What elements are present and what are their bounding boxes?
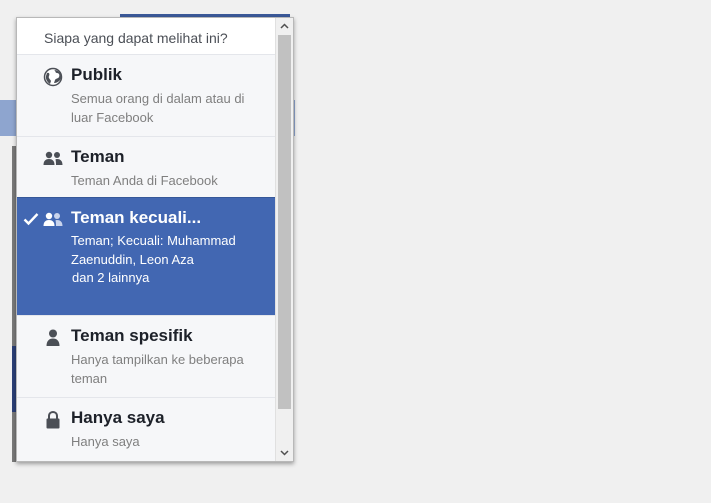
scrollbar[interactable] bbox=[275, 18, 293, 461]
option-name: Teman kecuali... bbox=[71, 208, 202, 227]
option-name: Hanya saya bbox=[71, 408, 165, 427]
option-description: Hanya tampilkan ke beberapa teman bbox=[71, 352, 244, 386]
option-description: Teman; Kecuali: Muhammad Zaenuddin, Leon… bbox=[71, 232, 261, 288]
scrollbar-thumb[interactable] bbox=[278, 35, 291, 409]
checkmark-icon bbox=[23, 212, 39, 226]
option-description-line: Teman; Kecuali: Muhammad Zaenuddin, Leon… bbox=[71, 233, 236, 267]
friends-icon bbox=[43, 149, 63, 169]
person-icon bbox=[43, 328, 63, 348]
globe-icon bbox=[43, 67, 63, 87]
option-teman-kecuali[interactable]: Teman kecuali... Teman; Kecuali: Muhamma… bbox=[17, 197, 275, 315]
chevron-up-icon bbox=[280, 23, 289, 29]
option-hanya-saya[interactable]: Hanya saya Hanya saya bbox=[17, 397, 275, 461]
option-description: Semua orang di dalam atau di luar Facebo… bbox=[71, 91, 245, 125]
background-blue-panel bbox=[0, 100, 17, 136]
option-name: Teman spesifik bbox=[71, 326, 193, 345]
option-teman-spesifik[interactable]: Teman spesifik Hanya tampilkan ke bebera… bbox=[17, 315, 275, 397]
option-teman[interactable]: Teman Teman Anda di Facebook bbox=[17, 136, 275, 197]
option-description-more: dan 2 lainnya bbox=[72, 270, 150, 285]
scroll-down-button[interactable] bbox=[276, 445, 293, 461]
lock-icon bbox=[43, 410, 63, 430]
option-description: Teman Anda di Facebook bbox=[71, 173, 218, 188]
option-name: Teman bbox=[71, 147, 125, 166]
option-publik[interactable]: Publik Semua orang di dalam atau di luar… bbox=[17, 54, 275, 136]
popup-title: Siapa yang dapat melihat ini? bbox=[44, 30, 228, 46]
audience-selector-popup: Siapa yang dapat melihat ini? Publik Sem… bbox=[16, 17, 294, 462]
friends-except-icon bbox=[43, 210, 63, 230]
chevron-down-icon bbox=[280, 450, 289, 456]
option-description: Hanya saya bbox=[71, 434, 140, 449]
scroll-up-button[interactable] bbox=[276, 18, 293, 34]
option-name: Publik bbox=[71, 65, 123, 84]
